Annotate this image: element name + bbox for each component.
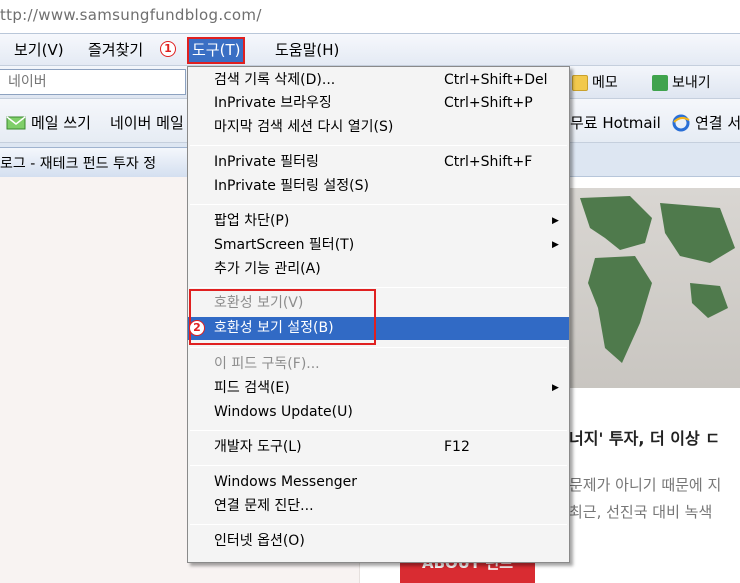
menu-item-label: 추가 기능 관리(A) — [214, 261, 321, 277]
hotmail-label: 무료 Hotmail — [570, 114, 661, 132]
menu-separator — [190, 430, 567, 431]
menu-separator — [190, 145, 567, 146]
naver-mail-label: 네이버 메일 — [110, 114, 184, 132]
connect-link[interactable]: 연결 서 — [672, 112, 740, 133]
menu-item-label: Windows Update(U) — [214, 404, 353, 420]
menu-item-inprivate-filter-settings[interactable]: InPrivate 필터링 설정(S) — [188, 175, 569, 198]
address-bar[interactable]: ttp://www.samsungfundblog.com/ — [0, 0, 740, 34]
ie-icon — [672, 114, 690, 131]
menu-item-label: Windows Messenger — [214, 474, 357, 490]
address-url: ttp://www.samsungfundblog.com/ — [0, 6, 262, 24]
submenu-arrow-icon: ▶ — [552, 240, 559, 250]
menu-item-manage-addons[interactable]: 추가 기능 관리(A) — [188, 258, 569, 281]
search-input[interactable] — [0, 70, 180, 94]
naver-mail-link[interactable]: 네이버 메일 — [110, 112, 184, 133]
search-box[interactable] — [0, 69, 186, 95]
send-icon — [652, 75, 668, 91]
menu-help[interactable]: 도움말(H) — [272, 39, 342, 62]
menu-item-developer-tools[interactable]: 개발자 도구(L) F12 — [188, 436, 569, 459]
menu-tools[interactable]: 도구(T) — [186, 37, 246, 64]
menu-item-label: 검색 기록 삭제(D)... — [214, 72, 336, 88]
menu-item-label: SmartScreen 필터(T) — [214, 237, 355, 253]
submenu-arrow-icon: ▶ — [552, 383, 559, 393]
menu-item-inprivate-filtering[interactable]: InPrivate 필터링 Ctrl+Shift+F — [188, 151, 569, 174]
menu-item-smartscreen[interactable]: SmartScreen 필터(T) ▶ — [188, 234, 569, 257]
article-text-line-1: 문제가 아니기 때문에 지 — [569, 476, 722, 494]
menu-item-subscribe-feed: 이 피드 구독(F)... — [188, 353, 569, 376]
menu-item-label: 피드 검색(E) — [214, 380, 290, 396]
menu-bar: 보기(V) 즐겨찾기 1 도구(T) 도움말(H) — [0, 34, 740, 66]
menu-favorites-label: 즐겨찾기 — [88, 41, 144, 59]
menu-item-reopen-session[interactable]: 마지막 검색 세션 다시 열기(S) — [188, 116, 569, 139]
menu-item-internet-options[interactable]: 인터넷 옵션(O) — [188, 530, 569, 553]
tab-blog[interactable]: 로그 - 재테크 펀드 투자 정 — [0, 147, 200, 177]
menu-item-label: InPrivate 필터링 설정(S) — [214, 178, 369, 194]
menu-item-windows-messenger[interactable]: Windows Messenger — [188, 471, 569, 494]
menu-separator — [190, 204, 567, 205]
annotation-highlight-box — [189, 289, 376, 345]
menu-separator — [190, 465, 567, 466]
mail-icon — [6, 115, 26, 129]
menu-item-label: 연결 문제 진단... — [214, 498, 314, 514]
menu-item-shortcut: Ctrl+Shift+P — [444, 95, 533, 111]
menu-item-label: 팝업 차단(P) — [214, 213, 290, 229]
tab-title: 로그 - 재테크 펀드 투자 정 — [0, 156, 157, 172]
hotmail-link[interactable]: 무료 Hotmail — [570, 112, 661, 133]
submenu-arrow-icon: ▶ — [552, 216, 559, 226]
menu-item-inprivate-browsing[interactable]: InPrivate 브라우징 Ctrl+Shift+P — [188, 92, 569, 115]
menu-item-label: InPrivate 필터링 — [214, 154, 319, 170]
mail-write-label: 메일 쓰기 — [31, 114, 91, 132]
connect-label: 연결 서 — [695, 114, 740, 132]
annotation-badge-2: 2 — [189, 320, 205, 336]
menu-item-shortcut: F12 — [444, 439, 470, 455]
menu-item-feed-discovery[interactable]: 피드 검색(E) ▶ — [188, 377, 569, 400]
memo-icon — [572, 75, 588, 91]
annotation-badge-1: 1 — [160, 41, 176, 57]
menu-separator — [190, 347, 567, 348]
menu-separator — [190, 524, 567, 525]
menu-separator — [190, 287, 567, 288]
article-text-line-2: 최근, 선진국 대비 녹색 — [569, 503, 713, 521]
memo-label: 메모 — [592, 75, 618, 91]
menu-view[interactable]: 보기(V) — [11, 39, 67, 62]
menu-item-diagnose-connection[interactable]: 연결 문제 진단... — [188, 495, 569, 518]
menu-item-windows-update[interactable]: Windows Update(U) — [188, 401, 569, 424]
menu-item-label: InPrivate 브라우징 — [214, 95, 332, 111]
menu-item-label: 인터넷 옵션(O) — [214, 533, 305, 549]
menu-item-shortcut: Ctrl+Shift+Del — [444, 72, 548, 88]
article-headline[interactable]: 너지' 투자, 더 이상 ㄷ — [569, 425, 720, 449]
menu-item-label: 개발자 도구(L) — [214, 439, 302, 455]
menu-item-shortcut: Ctrl+Shift+F — [444, 154, 533, 170]
menu-item-delete-history[interactable]: 검색 기록 삭제(D)... Ctrl+Shift+Del — [188, 69, 569, 92]
send-label: 보내기 — [672, 75, 711, 91]
menu-item-popup-blocker[interactable]: 팝업 차단(P) ▶ — [188, 210, 569, 233]
mail-write-link[interactable]: 메일 쓰기 — [6, 112, 91, 133]
memo-button[interactable]: 메모 — [572, 72, 618, 94]
menu-favorites[interactable]: 즐겨찾기 — [85, 39, 146, 62]
send-button[interactable]: 보내기 — [652, 72, 711, 94]
menu-item-label: 마지막 검색 세션 다시 열기(S) — [214, 119, 394, 135]
menu-item-label: 이 피드 구독(F)... — [214, 356, 320, 372]
